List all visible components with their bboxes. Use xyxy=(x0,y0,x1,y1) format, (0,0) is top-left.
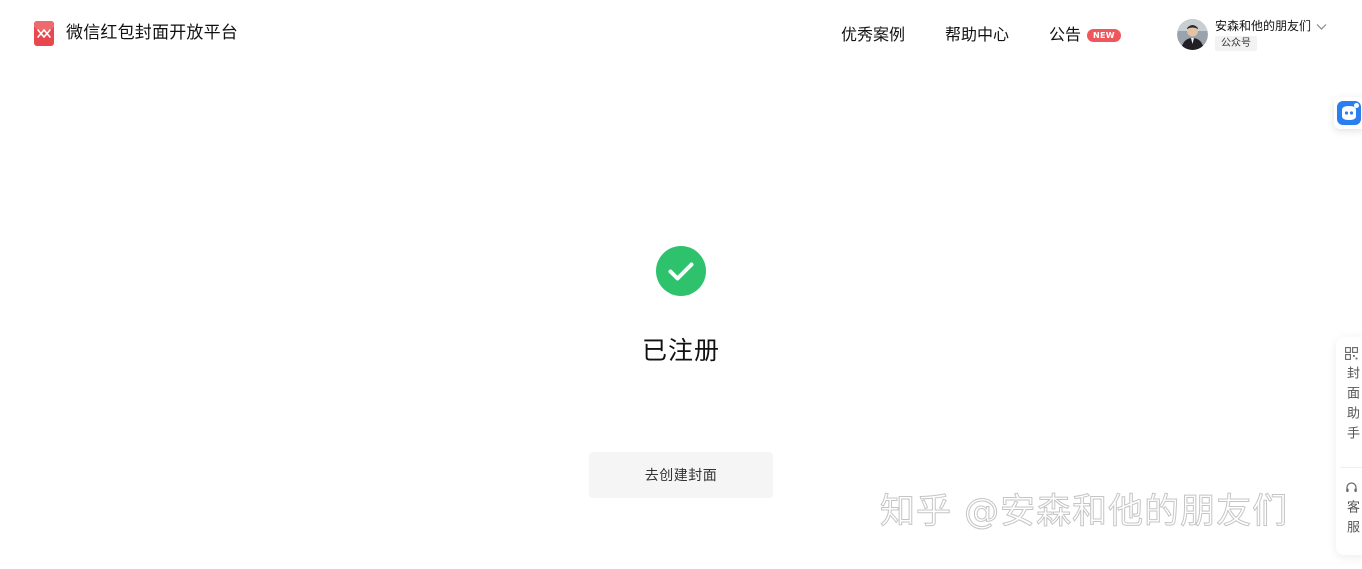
chevron-down-icon[interactable] xyxy=(1316,21,1327,32)
side-panel: 封面助手 客服 xyxy=(1336,337,1362,555)
status-title: 已注册 xyxy=(641,336,720,365)
assistant-bot-button[interactable] xyxy=(1334,97,1362,129)
cover-helper-label: 封面助手 xyxy=(1344,366,1359,446)
main-nav: 优秀案例 帮助中心 公告 NEW xyxy=(841,24,1121,46)
page: 微信红包封面开放平台 优秀案例 帮助中心 公告 NEW 安森和他的朋友们 公众号… xyxy=(0,0,1362,569)
account-name: 安森和他的朋友们 xyxy=(1215,19,1312,33)
top-header: 微信红包封面开放平台 优秀案例 帮助中心 公告 NEW 安森和他的朋友们 公众号 xyxy=(0,0,1362,70)
assistant-bot-icon xyxy=(1337,101,1361,125)
new-badge: NEW xyxy=(1087,28,1121,42)
brand-name: 微信红包封面开放平台 xyxy=(66,23,238,43)
main-content: 已注册 去创建封面 xyxy=(0,0,1362,569)
nav-item-announcement-label: 公告 xyxy=(1049,25,1082,44)
create-cover-button[interactable]: 去创建封面 xyxy=(589,452,773,498)
account-name-row: 安森和他的朋友们 xyxy=(1215,19,1327,33)
account-menu[interactable]: 安森和他的朋友们 公众号 xyxy=(1177,19,1327,51)
avatar xyxy=(1177,19,1208,50)
nav-item-help[interactable]: 帮助中心 xyxy=(945,24,1009,46)
qrcode-icon xyxy=(1344,347,1358,360)
side-divider xyxy=(1340,467,1362,468)
nav-item-announcement[interactable]: 公告 NEW xyxy=(1049,24,1121,46)
check-circle-icon xyxy=(656,246,706,296)
account-info: 安森和他的朋友们 公众号 xyxy=(1215,19,1327,51)
brand[interactable]: 微信红包封面开放平台 xyxy=(34,21,238,46)
cover-helper-button[interactable]: 封面助手 xyxy=(1336,347,1362,446)
red-envelope-logo-icon xyxy=(34,21,54,46)
nav-item-cases[interactable]: 优秀案例 xyxy=(841,24,905,46)
customer-service-label: 客服 xyxy=(1344,500,1359,540)
headset-icon xyxy=(1345,482,1357,492)
customer-service-button[interactable]: 客服 xyxy=(1336,481,1362,540)
watermark: 知乎 @安森和他的朋友们 xyxy=(879,492,1289,533)
account-type-badge: 公众号 xyxy=(1215,36,1257,51)
